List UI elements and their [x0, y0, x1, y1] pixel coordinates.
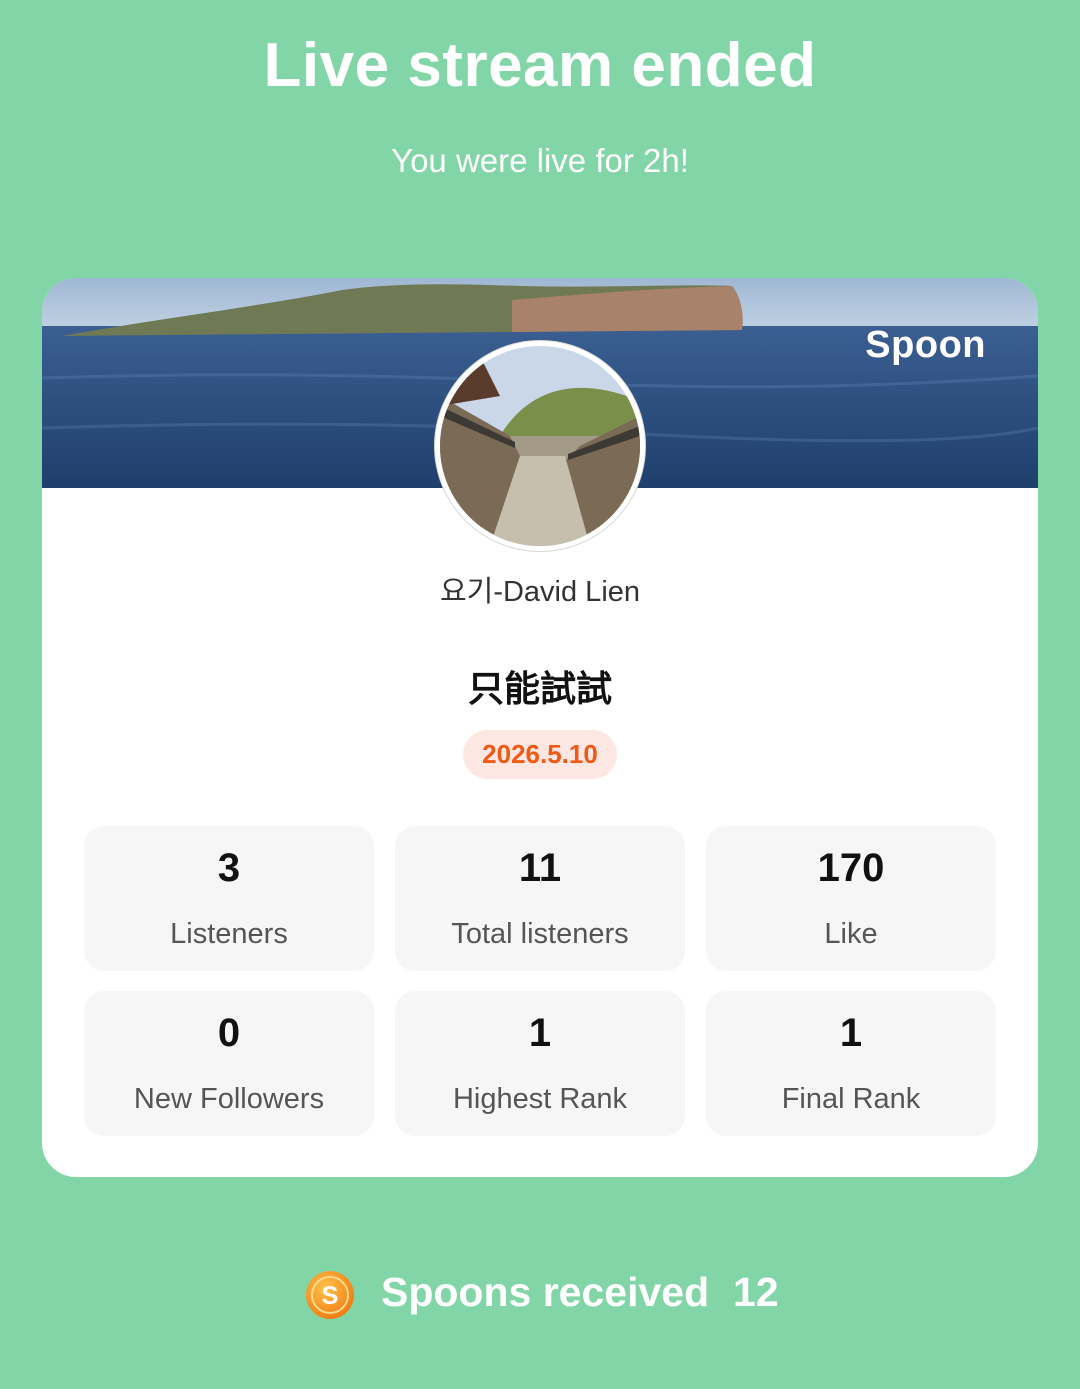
stat-value: 3 [217, 846, 241, 890]
stat-value: 1 [528, 1011, 552, 1055]
stream-date-badge: 2026.5.10 [463, 730, 617, 779]
spoon-logo: Spoon [865, 324, 986, 366]
stat-label: Total listeners [451, 918, 629, 950]
stat-like: 170 Like [706, 826, 996, 971]
stat-value: 11 [518, 846, 562, 890]
live-duration-text: You were live for 2h! [391, 142, 689, 179]
stat-listeners: 3 Listeners [84, 826, 374, 971]
stat-label: Final Rank [781, 1083, 921, 1115]
spoon-coin-icon: S [306, 1271, 354, 1319]
spoons-received-label: Spoons received [381, 1269, 710, 1315]
stat-label: Listeners [170, 918, 288, 950]
stat-value: 0 [217, 1011, 241, 1055]
streamer-name: 요기-David Lien [439, 576, 641, 608]
page-title: Live stream ended [263, 31, 817, 100]
avatar[interactable] [435, 341, 645, 551]
stat-new-followers: 0 New Followers [84, 991, 374, 1136]
stat-total-listeners: 11 Total listeners [395, 826, 685, 971]
spoons-received-count: 12 [733, 1269, 779, 1315]
stat-label: Like [824, 918, 878, 950]
stat-value: 170 [817, 846, 885, 890]
stream-summary-card: Spoon 요기-David Lien 只能試試 2026.5.10 3 Lis… [42, 278, 1038, 1177]
stat-label: New Followers [133, 1083, 325, 1115]
spoons-received-row: S Spoons received 12 [0, 1266, 1080, 1322]
stat-value: 1 [839, 1011, 863, 1055]
stat-label: Highest Rank [452, 1083, 628, 1115]
svg-text:S: S [322, 1282, 339, 1310]
stat-final-rank: 1 Final Rank [706, 991, 996, 1136]
stream-title: 只能試試 [467, 668, 612, 709]
stat-highest-rank: 1 Highest Rank [395, 991, 685, 1136]
